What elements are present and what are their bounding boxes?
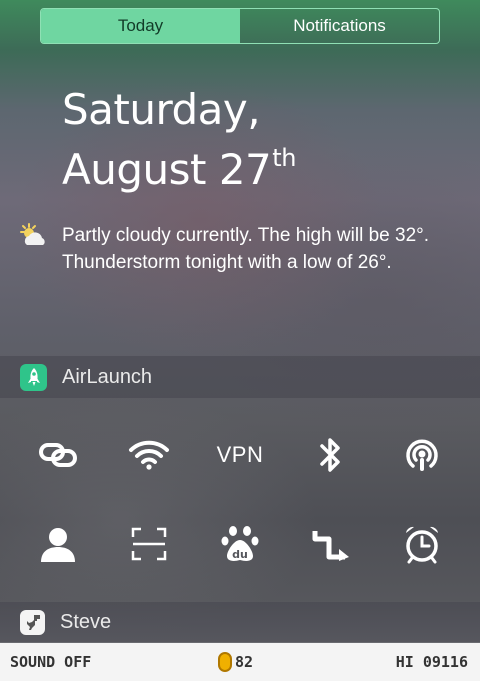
alarm-tile[interactable] bbox=[392, 521, 452, 567]
airlaunch-header[interactable]: AirLaunch bbox=[0, 356, 480, 398]
date-suffix: th bbox=[272, 144, 296, 172]
dinosaur-icon bbox=[20, 609, 45, 635]
airlaunch-title: AirLaunch bbox=[62, 365, 153, 388]
vpn-tile[interactable]: VPN bbox=[210, 432, 270, 478]
segmented-control: Today Notifications bbox=[40, 8, 440, 44]
contact-tile[interactable] bbox=[28, 521, 88, 567]
date-month-day: August 27 bbox=[62, 145, 272, 194]
sound-toggle[interactable]: SOUND OFF bbox=[10, 653, 91, 671]
shortcut-tile[interactable] bbox=[301, 521, 361, 567]
partly-cloudy-icon bbox=[20, 223, 45, 245]
link-tile[interactable] bbox=[28, 432, 88, 478]
vpn-label: VPN bbox=[216, 442, 264, 467]
svg-text:du: du bbox=[232, 548, 248, 561]
date-day: August 27th bbox=[62, 134, 296, 194]
person-icon bbox=[40, 528, 75, 562]
airlaunch-row-1: VPN bbox=[0, 432, 480, 478]
weather-summary: Partly cloudy currently. The high will b… bbox=[62, 225, 430, 273]
podcast-tile[interactable] bbox=[392, 432, 452, 478]
coin-counter: 82 bbox=[218, 652, 253, 672]
scan-icon bbox=[131, 527, 167, 561]
podcast-icon bbox=[406, 439, 439, 471]
bluetooth-icon bbox=[320, 438, 340, 472]
link-icon bbox=[38, 443, 77, 467]
high-score: HI 09116 bbox=[395, 653, 468, 671]
wifi-icon bbox=[128, 440, 169, 470]
bluetooth-tile[interactable] bbox=[301, 432, 361, 478]
alarm-clock-icon bbox=[406, 526, 439, 564]
baidu-tile[interactable]: du bbox=[210, 521, 270, 567]
airlaunch-row-2: du bbox=[0, 521, 480, 567]
coin-count: 82 bbox=[235, 653, 254, 671]
baidu-paw-icon: du bbox=[221, 526, 259, 561]
date-heading: Saturday, August 27th bbox=[62, 86, 296, 194]
steve-header[interactable]: Steve bbox=[0, 602, 480, 642]
coin-icon bbox=[218, 652, 232, 672]
wifi-tile[interactable] bbox=[119, 432, 179, 478]
shortcut-arrow-icon bbox=[312, 531, 350, 561]
date-weekday: Saturday, bbox=[62, 85, 261, 134]
tab-notifications[interactable]: Notifications bbox=[240, 9, 439, 43]
tab-today[interactable]: Today bbox=[41, 9, 240, 43]
steve-title: Steve bbox=[60, 610, 112, 633]
rocket-icon bbox=[20, 363, 47, 391]
game-status-bar: SOUND OFF 82 HI 09116 bbox=[0, 643, 480, 681]
scan-tile[interactable] bbox=[119, 521, 179, 567]
